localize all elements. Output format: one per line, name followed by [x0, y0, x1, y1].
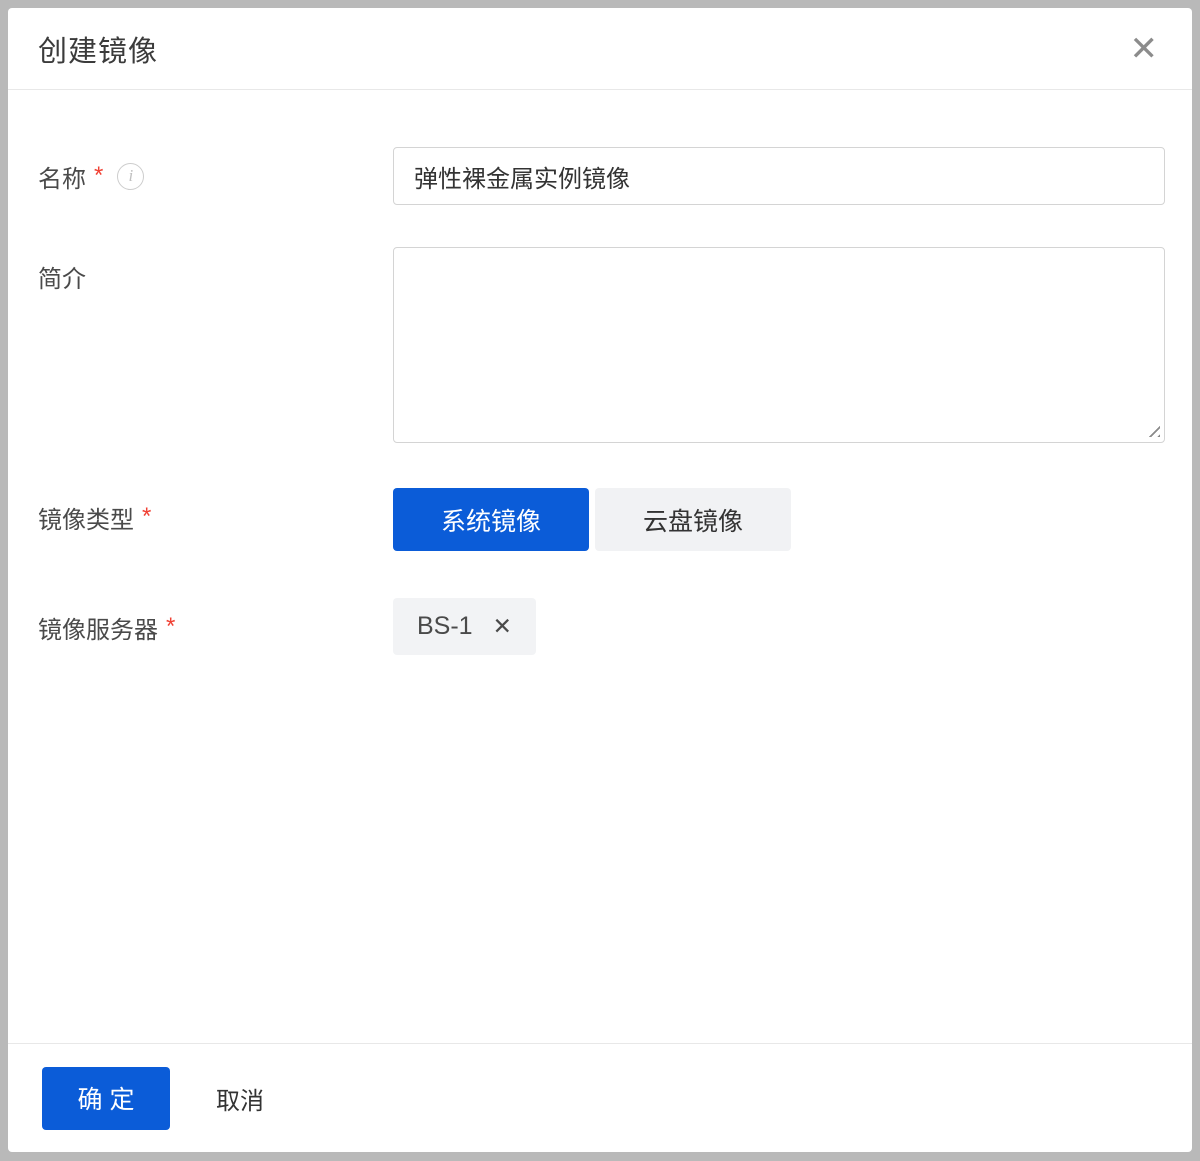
image-type-toggle-group: 系统镜像 云盘镜像	[393, 488, 1165, 551]
image-type-label: 镜像类型 *	[38, 488, 393, 546]
tag-remove-icon[interactable]: ✕	[493, 615, 512, 638]
required-asterisk: *	[166, 613, 175, 641]
form-row-image-server: 镜像服务器 * BS-1 ✕	[38, 598, 1165, 656]
close-icon[interactable]: ✕	[1124, 28, 1165, 70]
dialog-header: 创建镜像 ✕	[8, 8, 1192, 90]
name-input[interactable]	[393, 147, 1165, 205]
required-asterisk: *	[94, 162, 103, 190]
image-server-control: BS-1 ✕	[393, 598, 1165, 655]
server-tag-label: BS-1	[417, 612, 473, 641]
dialog-footer: 确 定 取消	[8, 1043, 1192, 1152]
image-type-option-clouddisk[interactable]: 云盘镜像	[595, 488, 791, 551]
name-label: 名称 * i	[38, 147, 393, 205]
description-control	[393, 247, 1165, 443]
info-icon[interactable]: i	[117, 163, 144, 190]
image-server-label: 镜像服务器 *	[38, 598, 393, 656]
cancel-button[interactable]: 取消	[216, 1081, 264, 1116]
name-label-text: 名称	[38, 159, 86, 194]
description-label-text: 简介	[38, 259, 86, 294]
form-row-name: 名称 * i	[38, 147, 1165, 205]
dialog-title: 创建镜像	[38, 28, 158, 70]
dialog-body: 名称 * i 简介 镜像类型	[8, 90, 1192, 1043]
image-type-label-text: 镜像类型	[38, 500, 134, 535]
required-asterisk: *	[142, 503, 151, 531]
name-control	[393, 147, 1165, 205]
create-image-dialog: 创建镜像 ✕ 名称 * i 简介	[8, 8, 1192, 1152]
image-type-option-system[interactable]: 系统镜像	[393, 488, 589, 551]
confirm-button[interactable]: 确 定	[42, 1067, 170, 1130]
image-type-control: 系统镜像 云盘镜像	[393, 488, 1165, 551]
form-row-image-type: 镜像类型 * 系统镜像 云盘镜像	[38, 488, 1165, 551]
image-server-label-text: 镜像服务器	[38, 610, 158, 645]
form-row-description: 简介	[38, 247, 1165, 443]
modal-frame: 创建镜像 ✕ 名称 * i 简介	[0, 0, 1200, 1161]
server-tag: BS-1 ✕	[393, 598, 536, 655]
description-label: 简介	[38, 247, 393, 305]
description-textarea[interactable]	[393, 247, 1165, 443]
